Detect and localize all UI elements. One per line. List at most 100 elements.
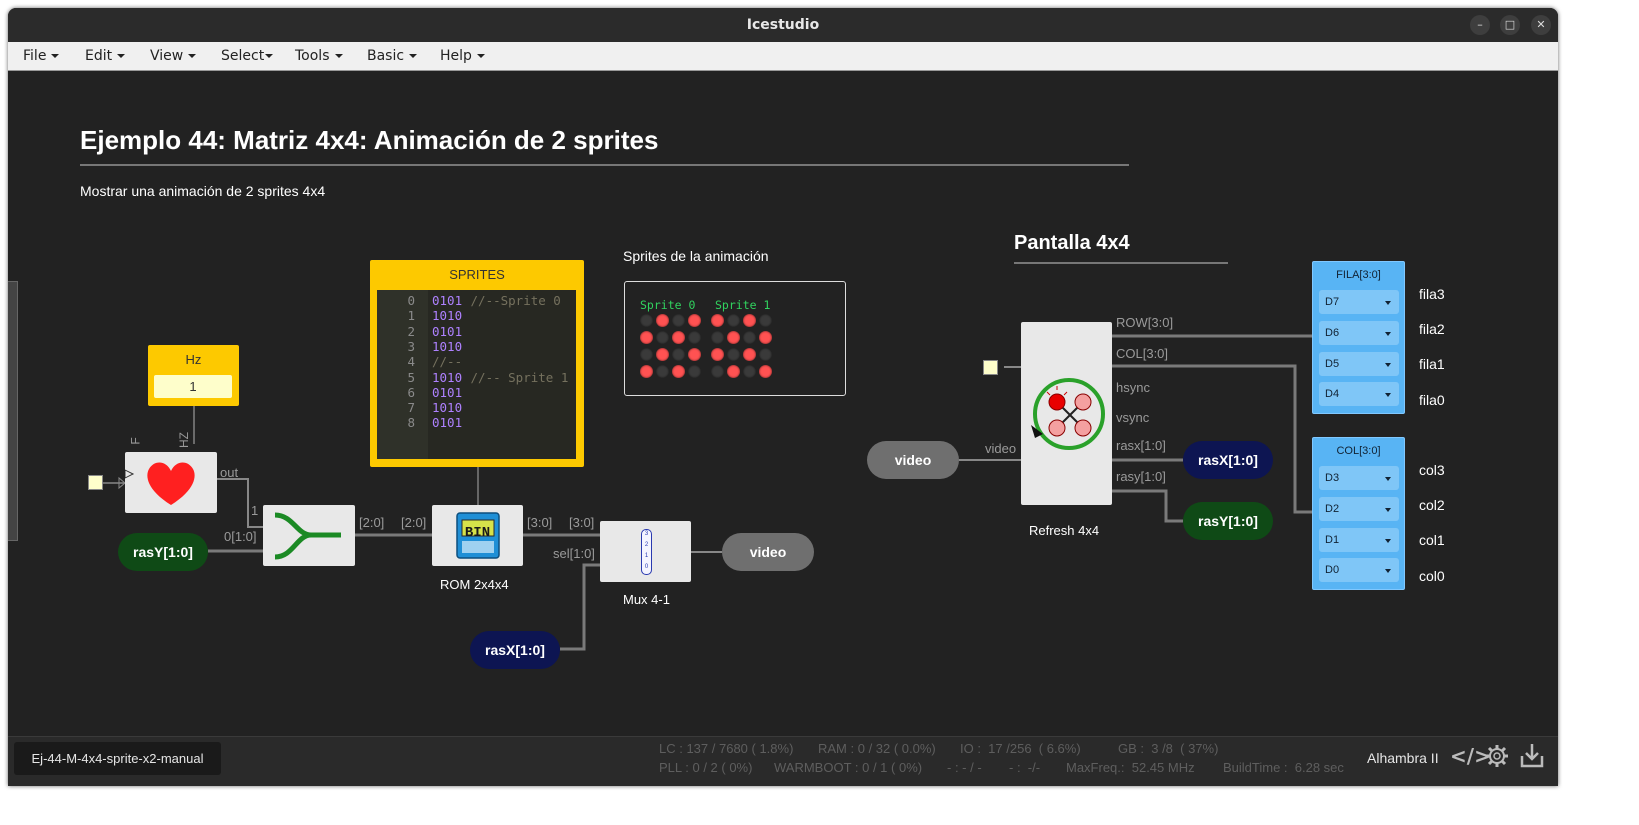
sprite-1-led-dot <box>759 365 772 378</box>
rasx-output-pill[interactable]: rasX[1:0] <box>1183 441 1273 479</box>
menu-tools[interactable]: Tools <box>295 48 343 64</box>
rom-block[interactable]: BIN <box>432 505 523 566</box>
stat-gb: GB : 3 /8 ( 37%) <box>1118 741 1219 756</box>
sprite-0-led-dot <box>656 331 669 344</box>
sprite-1-led-dot <box>759 331 772 344</box>
port-one-label: 1 <box>251 503 259 518</box>
menu-help[interactable]: Help <box>440 48 485 64</box>
col-output-block[interactable]: COL[3:0] D3 D2 D1 D0 <box>1312 437 1405 590</box>
rom-icon-label: BIN <box>464 525 491 541</box>
project-name-tab[interactable]: Ej-44-M-4x4-sprite-x2-manual <box>14 742 221 775</box>
sprite-0-led-dot <box>688 365 701 378</box>
editor-line-number: 4 <box>407 354 415 370</box>
rasy-input-pill[interactable]: rasY[1:0] <box>118 533 208 571</box>
pin-select-d5[interactable]: D5 <box>1319 352 1399 376</box>
pin-select-d1[interactable]: D1 <box>1319 528 1399 552</box>
editor-line-number: 8 <box>407 415 415 431</box>
caret-down-icon <box>476 54 485 58</box>
fila-output-title: FILA[3:0] <box>1336 269 1381 281</box>
port-rasy-label: rasy[1:0] <box>1116 469 1166 484</box>
fila-output-block[interactable]: FILA[3:0] D7 D6 D5 D4 <box>1312 261 1405 414</box>
menu-basic[interactable]: Basic <box>367 48 418 64</box>
refresh-clock-input[interactable] <box>983 360 998 375</box>
caret-down-icon <box>117 54 126 58</box>
rasy-output-pill[interactable]: rasY[1:0] <box>1183 502 1273 540</box>
menu-edit[interactable]: Edit <box>85 48 126 64</box>
caret-down-icon <box>265 54 274 58</box>
pin-select-d2[interactable]: D2 <box>1319 497 1399 521</box>
rasx-input-pill[interactable]: rasX[1:0] <box>470 631 560 669</box>
caret-down-icon <box>409 54 418 58</box>
sprite-1-led-dot <box>711 314 724 327</box>
gear-icon[interactable] <box>1485 744 1509 768</box>
wire-rasx-sel <box>560 563 600 651</box>
editor-line-value: 1010 <box>432 338 463 354</box>
port-mux-in-label: [3:0] <box>569 515 595 530</box>
editor-line-comment: //--Sprite 0 <box>463 293 561 308</box>
editor-line-number: 6 <box>407 384 415 400</box>
side-panel-handle[interactable] <box>8 281 18 541</box>
editor-line-value: 0101 <box>432 323 463 339</box>
minimize-button[interactable]: – <box>1470 15 1490 35</box>
board-name[interactable]: Alhambra II <box>1367 750 1439 766</box>
mux-block[interactable]: 3 2 1 0 <box>600 521 691 582</box>
sprites-preview-box: Sprite 0 Sprite 1 <box>624 281 846 396</box>
pin-name-col2: col2 <box>1419 497 1445 513</box>
editor-line-number: 7 <box>407 400 415 416</box>
menu-view[interactable]: View <box>150 48 197 64</box>
sprites-memory-block[interactable]: SPRITES 0 0101 //--Sprite 0 1 1010 2 0101 3 101… <box>370 260 584 467</box>
video-input-pill[interactable]: video <box>867 441 959 479</box>
chevron-down-icon <box>1385 569 1391 573</box>
pin-select-d7[interactable]: D7 <box>1319 290 1399 314</box>
download-icon[interactable] <box>1520 742 1544 770</box>
pantalla-title: Pantalla 4x4 <box>1014 232 1130 254</box>
menu-file[interactable]: File <box>23 48 60 64</box>
port-out-label: out <box>220 465 239 480</box>
hz-constant-value[interactable]: 1 <box>154 375 232 398</box>
clock-input[interactable] <box>88 475 103 490</box>
prescaler-label-hz: HZ <box>177 432 191 448</box>
mux-icon: 3 2 1 0 <box>641 529 652 575</box>
editor-line-number: 0 <box>407 293 415 308</box>
sprite-1-led-dot <box>743 331 756 344</box>
close-button[interactable]: ✕ <box>1531 15 1551 35</box>
chevron-down-icon <box>1385 363 1391 367</box>
prescaler-label-f: F <box>128 437 143 445</box>
pin-select-d3[interactable]: D3 <box>1319 466 1399 490</box>
port-row-label: ROW[3:0] <box>1116 315 1174 330</box>
chevron-down-icon <box>1385 301 1391 305</box>
sprite-1-led-dot <box>711 365 724 378</box>
memory-code-editor[interactable]: 0 0101 //--Sprite 0 1 1010 2 0101 3 1010 4 //-- 5 1… <box>377 290 576 459</box>
maximize-button[interactable]: □ <box>1500 15 1520 35</box>
editor-line-number: 5 <box>407 369 415 385</box>
wire-rasy-out <box>1112 489 1183 523</box>
port-hsync-label: hsync <box>1116 380 1150 395</box>
prescaler-block[interactable] <box>124 452 217 513</box>
chevron-down-icon <box>1385 393 1391 397</box>
chevron-down-icon <box>1385 508 1391 512</box>
page-subtitle: Mostrar una animación de 2 sprites 4x4 <box>80 183 326 199</box>
refresh-block[interactable] <box>1021 322 1112 505</box>
editor-line-value: 1010 <box>432 400 463 416</box>
design-canvas[interactable]: Ejemplo 44: Matriz 4x4: Animación de 2 s… <box>8 71 1558 736</box>
sprite-0-led-dot <box>656 365 669 378</box>
port-video-in-label: video <box>985 441 1017 456</box>
pin-select-d6[interactable]: D6 <box>1319 321 1399 345</box>
editor-line-number: 2 <box>407 323 415 339</box>
page-title: Ejemplo 44: Matriz 4x4: Animación de 2 s… <box>80 125 659 155</box>
app-window: Icestudio – □ ✕ File Edit View Select To… <box>8 8 1558 786</box>
stat-warmboot: WARMBOOT : 0 / 1 ( 0%) <box>774 760 923 775</box>
sprite-0-led-dot <box>656 348 669 361</box>
video-output-pill[interactable]: video <box>722 533 814 571</box>
stat-lc: LC : 137 / 7680 ( 1.8%) <box>659 741 794 756</box>
sprite-1-led-dot <box>743 348 756 361</box>
menu-select[interactable]: Select <box>221 48 274 64</box>
hz-constant-block[interactable]: Hz 1 <box>148 345 239 406</box>
editor-line-comment: //-- <box>432 354 463 370</box>
join-bus-icon <box>274 512 341 560</box>
sprite-0-led-dot <box>640 348 653 361</box>
pin-select-d0[interactable]: D0 <box>1319 558 1399 582</box>
join-bus-block[interactable] <box>263 505 355 566</box>
pin-select-d4[interactable]: D4 <box>1319 382 1399 406</box>
heart-icon <box>124 462 195 505</box>
